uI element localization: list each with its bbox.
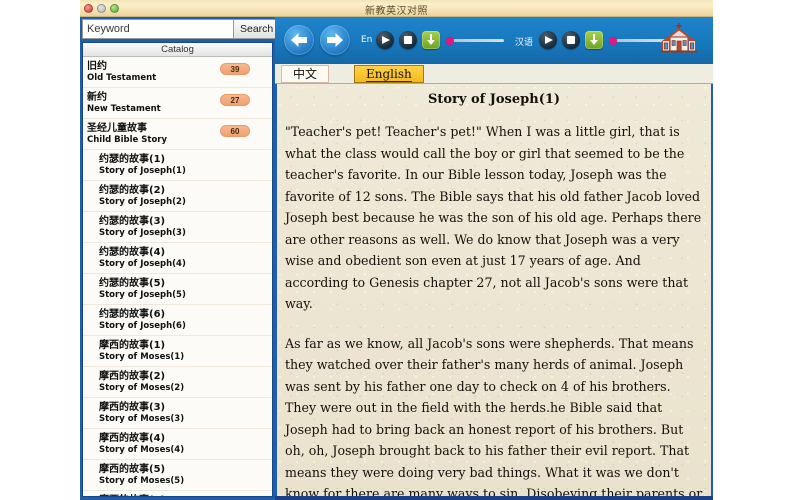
download-icon [589, 34, 599, 46]
list-item-title-cn: 约瑟的故事(4) [99, 246, 272, 259]
list-item[interactable]: 摩西的故事(1)Story of Moses(1) [83, 336, 272, 367]
list-item[interactable]: 摩西的故事(4)Story of Moses(4) [83, 429, 272, 460]
english-download-button[interactable] [422, 31, 440, 49]
chinese-audio-label: 汉语 [515, 35, 533, 48]
toolbar: En 汉语 [275, 17, 713, 64]
sidebar: Search Catalog 旧约Old Testament39新约New Te… [80, 17, 275, 500]
list-item[interactable]: 摩西的故事(6)Story of Moses(6) [83, 491, 272, 497]
count-badge: 39 [220, 63, 250, 75]
tab-chinese[interactable]: 中文 [281, 65, 329, 83]
list-item-title-en: Story of Moses(3) [99, 414, 272, 425]
tab-english-label: English [366, 67, 412, 82]
count-badge: 60 [220, 125, 250, 137]
arrow-right-icon [325, 32, 345, 48]
catalog-list[interactable]: 旧约Old Testament39新约New Testament27圣经儿童故事… [83, 57, 272, 497]
window-title: 新教英汉对照 [80, 2, 713, 17]
list-item-title-cn: 约瑟的故事(1) [99, 153, 272, 166]
count-badge: 27 [220, 94, 250, 106]
list-item[interactable]: 摩西的故事(3)Story of Moses(3) [83, 398, 272, 429]
list-item-title-cn: 摩西的故事(6) [99, 494, 272, 497]
language-tabs: 中文 English [275, 64, 713, 84]
tab-english[interactable]: English [354, 65, 424, 83]
english-progress-knob[interactable] [446, 37, 454, 45]
list-item-title-cn: 摩西的故事(5) [99, 463, 272, 476]
arrow-left-icon [289, 32, 309, 48]
search-input[interactable] [82, 19, 234, 39]
chinese-progress-knob[interactable] [609, 37, 617, 45]
content-bottom-rule [275, 496, 713, 500]
list-item-title-en: Story of Moses(5) [99, 476, 272, 487]
list-item-title-cn: 约瑟的故事(5) [99, 277, 272, 290]
list-item-title-en: Story of Moses(1) [99, 352, 272, 363]
list-item-title-cn: 摩西的故事(2) [99, 370, 272, 383]
story-title: Story of Joseph(1) [285, 92, 703, 107]
list-item-title-en: Story of Joseph(4) [99, 259, 272, 270]
list-item-title-en: Story of Joseph(1) [99, 166, 272, 177]
list-item[interactable]: 约瑟的故事(1)Story of Joseph(1) [83, 150, 272, 181]
app-root: 新教英汉对照 Search Catalog 旧约Old Testament39新… [0, 0, 800, 500]
story-content[interactable]: Story of Joseph(1) "Teacher's pet! Teach… [275, 84, 713, 497]
list-item-title-en: Story of Moses(4) [99, 445, 272, 456]
title-bar: 新教英汉对照 [80, 0, 713, 17]
list-item[interactable]: 约瑟的故事(2)Story of Joseph(2) [83, 181, 272, 212]
catalog-panel: Catalog 旧约Old Testament39新约New Testament… [82, 42, 273, 497]
list-item-title-en: Story of Joseph(5) [99, 290, 272, 301]
list-item[interactable]: 摩西的故事(2)Story of Moses(2) [83, 367, 272, 398]
chinese-stop-button[interactable] [562, 31, 580, 49]
catalog-header: Catalog [83, 43, 272, 57]
english-audio-label: En [361, 35, 372, 45]
list-item[interactable]: 约瑟的故事(4)Story of Joseph(4) [83, 243, 272, 274]
search-button[interactable]: Search [234, 19, 280, 39]
list-item-title-en: Story of Moses(2) [99, 383, 272, 394]
list-item-title-en: Story of Joseph(2) [99, 197, 272, 208]
list-item-title-cn: 摩西的故事(4) [99, 432, 272, 445]
chinese-play-button[interactable] [539, 31, 557, 49]
list-item-title-cn: 约瑟的故事(2) [99, 184, 272, 197]
list-item[interactable]: 摩西的故事(5)Story of Moses(5) [83, 460, 272, 491]
main-area: En 汉语 [275, 17, 713, 500]
english-play-button[interactable] [376, 31, 394, 49]
story-paragraph: As far as we know, all Jacob's sons were… [285, 333, 703, 498]
list-item-title-cn: 摩西的故事(3) [99, 401, 272, 414]
list-item[interactable]: 约瑟的故事(5)Story of Joseph(5) [83, 274, 272, 305]
home-button[interactable] [658, 23, 700, 59]
list-item-title-cn: 约瑟的故事(6) [99, 308, 272, 321]
catalog-section[interactable]: 圣经儿童故事Child Bible Story60 [83, 119, 272, 150]
tab-chinese-label: 中文 [293, 67, 317, 81]
list-item-title-cn: 约瑟的故事(3) [99, 215, 272, 228]
catalog-section[interactable]: 旧约Old Testament39 [83, 57, 272, 88]
download-icon [426, 34, 436, 46]
english-stop-button[interactable] [399, 31, 417, 49]
search-bar: Search [82, 19, 273, 39]
list-item-title-cn: 摩西的故事(1) [99, 339, 272, 352]
catalog-section[interactable]: 新约New Testament27 [83, 88, 272, 119]
list-item[interactable]: 约瑟的故事(3)Story of Joseph(3) [83, 212, 272, 243]
forward-button[interactable] [320, 25, 350, 55]
list-item-title-en: Story of Joseph(6) [99, 321, 272, 332]
list-item-title-en: Story of Joseph(3) [99, 228, 272, 239]
back-button[interactable] [284, 25, 314, 55]
story-paragraph: "Teacher's pet! Teacher's pet!" When I w… [285, 121, 703, 315]
list-item[interactable]: 约瑟的故事(6)Story of Joseph(6) [83, 305, 272, 336]
english-progress-slider[interactable] [446, 39, 504, 42]
chinese-download-button[interactable] [585, 31, 603, 49]
application-window: 新教英汉对照 Search Catalog 旧约Old Testament39新… [80, 0, 713, 500]
church-icon [658, 23, 700, 59]
